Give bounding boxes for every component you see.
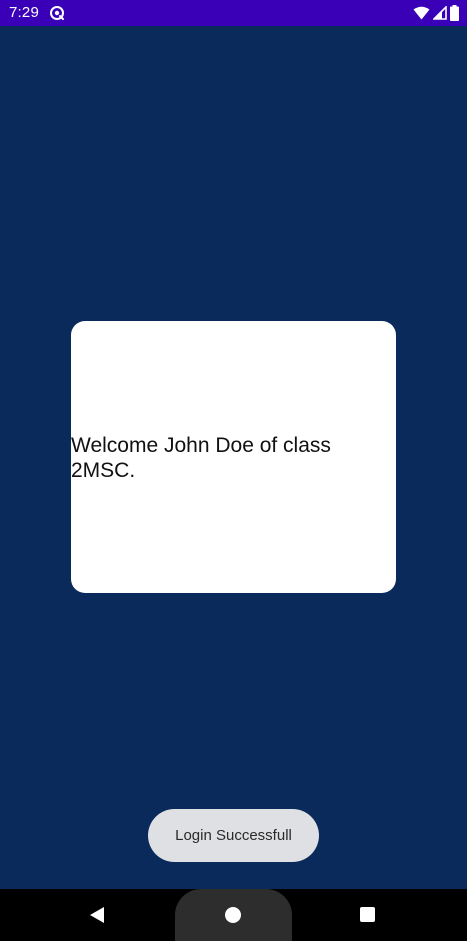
wifi-icon [413, 6, 430, 20]
status-indicators [413, 5, 459, 21]
home-button[interactable] [175, 889, 292, 941]
back-icon[interactable] [88, 906, 106, 924]
login-toast: Login Successfull [148, 809, 319, 862]
sync-icon [50, 6, 64, 20]
toast-text: Login Successfull [175, 827, 292, 844]
status-bar: 7:29 [0, 0, 467, 26]
recents-icon[interactable] [360, 907, 375, 922]
welcome-card: Welcome John Doe of class 2MSC. [71, 321, 396, 593]
welcome-message: Welcome John Doe of class 2MSC. [71, 434, 331, 482]
status-time: 7:29 [9, 4, 39, 21]
navigation-bar [0, 889, 467, 941]
battery-icon [450, 5, 459, 21]
home-icon [225, 907, 241, 923]
signal-icon [433, 6, 447, 20]
